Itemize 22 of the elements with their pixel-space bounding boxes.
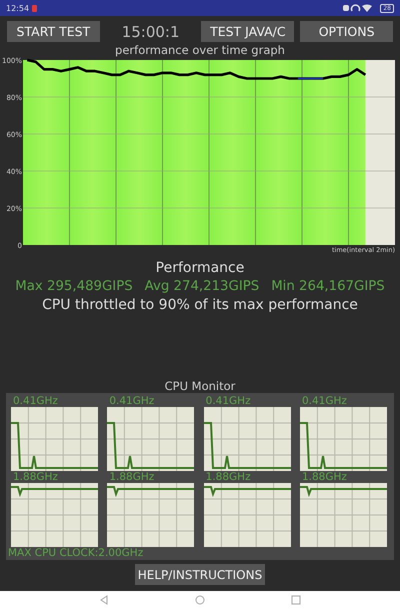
core-frequency: 0.41GHz	[302, 395, 348, 407]
min-score: Min 264,167GIPS	[271, 278, 385, 296]
options-button[interactable]: OPTIONS	[300, 21, 393, 42]
average-score: Avg 274,213GIPS	[144, 278, 260, 296]
core-frequency: 0.41GHz	[13, 395, 59, 407]
core-frequency: 0.41GHz	[109, 395, 156, 407]
throttle-summary: CPU throttled to 90% of its max performance	[41, 296, 359, 315]
start-test-button[interactable]: START TEST	[7, 21, 100, 42]
test-java-button[interactable]: TEST JAVA/C	[201, 21, 294, 42]
status-time: 12:54	[6, 4, 30, 12]
graph-title: performance over time graph	[114, 44, 286, 57]
core-frequency: 1.88GHz	[13, 471, 59, 483]
core-frequency: 0.41GHz	[206, 395, 252, 407]
core-frequency: 1.88GHz	[109, 471, 156, 483]
cpu-monitor-title: CPU Monitor	[164, 380, 236, 393]
performance-heading: Performance	[154, 259, 246, 277]
core-frequency: 1.88GHz	[206, 471, 252, 483]
help-button[interactable]: HELP/INSTRUCTIONS	[135, 564, 265, 585]
timer: 15:00:1	[120, 22, 181, 40]
max-score: Max 295,489GIPS	[15, 278, 133, 296]
max-cpu-clock: MAX CPU CLOCK:2.00GHz	[8, 547, 144, 559]
core-frequency: 1.88GHz	[302, 471, 348, 483]
